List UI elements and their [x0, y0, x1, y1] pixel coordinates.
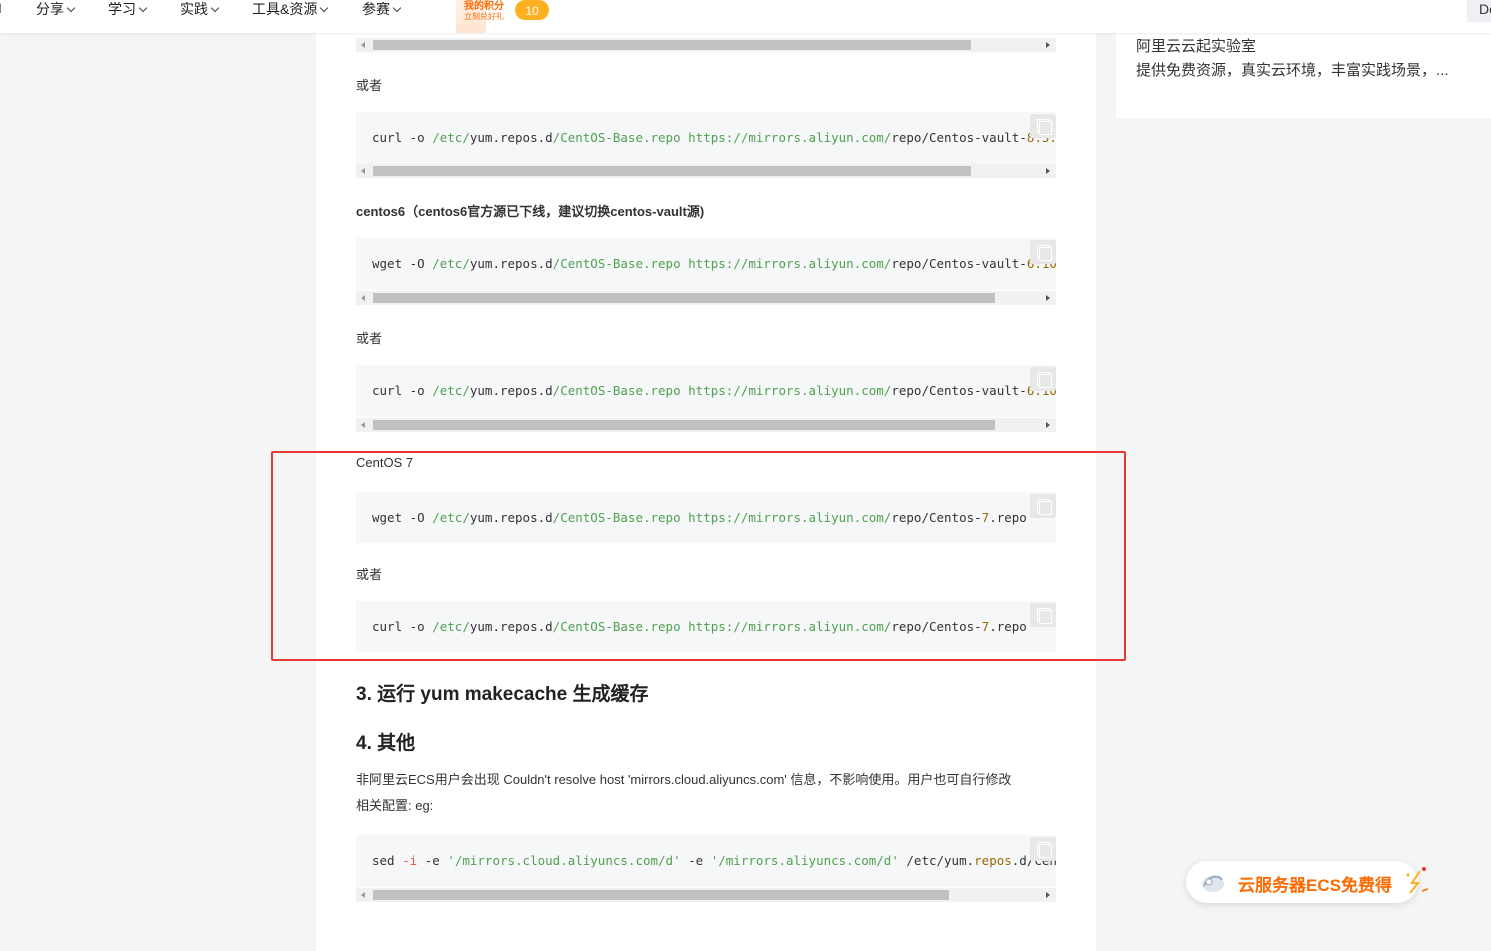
code-scrollbar[interactable]	[356, 418, 1056, 432]
paragraph-or: 或者	[356, 331, 383, 346]
sidebar-lab-card[interactable]: 阿里云云起实验室 提供免费资源，真实云环境，丰富实践场景，...	[1116, 33, 1491, 118]
scroll-right-icon[interactable]	[1046, 295, 1050, 301]
scroll-thumb[interactable]	[373, 890, 949, 900]
copy-icon[interactable]	[1030, 837, 1056, 861]
copy-icon[interactable]	[1030, 240, 1056, 264]
code-line: sed -i -e '/mirrors.cloud.aliyuncs.com/d…	[372, 853, 1056, 868]
nav-item-label: 工具&资源	[252, 1, 318, 17]
code-block: curl -o /etc/yum.repos.d/CentOS-Base.rep…	[356, 365, 1056, 417]
code-block: wget -O /etc/yum.repos.d/CentOS-Base.rep…	[356, 238, 1056, 290]
points-subtitle: 立刻兑好礼	[464, 12, 504, 21]
scroll-left-icon[interactable]	[361, 168, 365, 174]
nav-item-label: 学习	[108, 1, 136, 17]
cloud-server-icon	[1202, 875, 1224, 892]
code-line: curl -o /etc/yum.repos.d/CentOS-Base.rep…	[372, 383, 1056, 398]
top-nav-bar: I 分享 学习 实践 工具&资源 参赛 我的积分 立刻兑好礼 10 De	[0, 0, 1491, 33]
chevron-down-icon	[392, 3, 402, 13]
scroll-left-icon[interactable]	[361, 42, 365, 48]
copy-icon[interactable]	[1030, 367, 1056, 391]
scroll-right-icon[interactable]	[1046, 168, 1050, 174]
scroll-left-icon[interactable]	[361, 892, 365, 898]
sidebar-desc: 提供免费资源，真实云环境，丰富实践场景，...	[1136, 62, 1449, 79]
step4-heading: 4. 其他	[356, 733, 416, 754]
note-paragraph: 非阿里云ECS用户会出现 Couldn't resolve host 'mirr…	[356, 767, 1058, 819]
nav-item-practice[interactable]: 实践	[180, 0, 220, 18]
points-badge: 10	[515, 0, 549, 20]
scroll-thumb[interactable]	[373, 420, 995, 430]
nav-item-label: 分享	[36, 1, 64, 17]
ecs-promo-button[interactable]: 云服务器ECS免费得	[1186, 861, 1429, 903]
scroll-thumb[interactable]	[373, 166, 971, 176]
scroll-right-icon[interactable]	[1046, 42, 1050, 48]
code-scrollbar[interactable]	[356, 888, 1056, 902]
nav-item-label: 实践	[180, 1, 208, 17]
nav-item-label: 参赛	[362, 1, 390, 17]
nav-item-share[interactable]: 分享	[36, 0, 76, 18]
scroll-right-icon[interactable]	[1046, 892, 1050, 898]
sparkle-icon	[1406, 867, 1429, 894]
code-block: sed -i -e '/mirrors.cloud.aliyuncs.com/d…	[356, 835, 1056, 887]
chevron-down-icon	[138, 3, 148, 13]
centos6-heading: centos6（centos6官方源已下线，建议切换centos-vault源)	[356, 204, 705, 219]
nav-item-learn[interactable]: 学习	[108, 0, 148, 18]
nav-item-tools[interactable]: 工具&资源	[252, 0, 329, 18]
code-line: wget -O /etc/yum.repos.d/CentOS-Base.rep…	[372, 256, 1056, 271]
code-block: curl -o /etc/yum.repos.d/CentOS-Base.rep…	[356, 112, 1056, 164]
developer-tab[interactable]: De	[1467, 0, 1491, 22]
scroll-thumb[interactable]	[373, 40, 971, 50]
code-line: curl -o /etc/yum.repos.d/CentOS-Base.rep…	[372, 130, 1056, 145]
code-scrollbar[interactable]	[356, 38, 1056, 52]
code-scrollbar[interactable]	[356, 291, 1056, 305]
sidebar-title: 阿里云云起实验室	[1136, 38, 1257, 55]
nav-left-fragment: I	[0, 0, 2, 16]
copy-icon[interactable]	[1030, 114, 1056, 138]
nav-item-compete[interactable]: 参赛	[362, 0, 402, 18]
scroll-right-icon[interactable]	[1046, 422, 1050, 428]
scroll-thumb[interactable]	[373, 293, 995, 303]
note-line: 非阿里云ECS用户会出现 Couldn't resolve host 'mirr…	[356, 772, 1012, 787]
my-points-widget[interactable]: 我的积分 立刻兑好礼 10	[456, 0, 552, 33]
promo-text: 云服务器ECS免费得	[1238, 876, 1392, 895]
paragraph-or: 或者	[356, 78, 383, 93]
scroll-left-icon[interactable]	[361, 422, 365, 428]
chevron-down-icon	[210, 3, 220, 13]
code-scrollbar[interactable]	[356, 164, 1056, 178]
note-line: 相关配置: eg:	[356, 798, 434, 813]
scroll-left-icon[interactable]	[361, 295, 365, 301]
step3-heading: 3. 运行 yum makecache 生成缓存	[356, 684, 649, 705]
highlight-box	[271, 451, 1126, 661]
chevron-down-icon	[320, 3, 329, 13]
chevron-down-icon	[66, 3, 76, 13]
